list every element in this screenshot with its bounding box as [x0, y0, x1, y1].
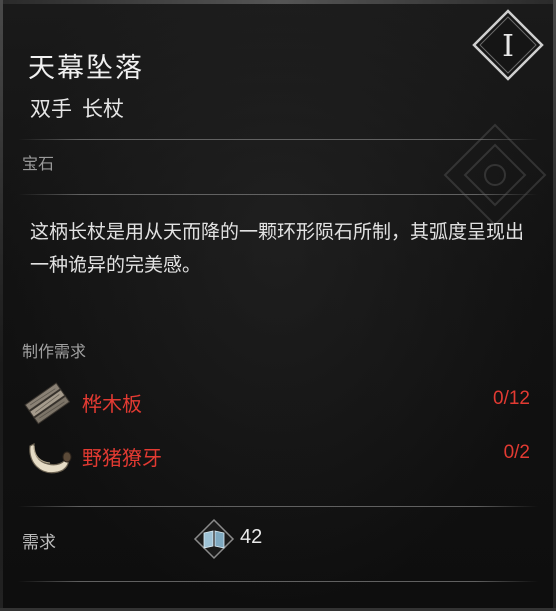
material-row-boar-tusk: 野猪獠牙 0/2 [22, 432, 534, 476]
header-divider [18, 139, 538, 140]
item-type-line: 双手 长杖 [30, 93, 124, 123]
material-name: 桦木板 [82, 392, 142, 416]
weapon-class: 双手 [30, 97, 72, 121]
requirement-value: 42 [240, 526, 263, 548]
crafting-requirements-label: 制作需求 [22, 342, 87, 361]
category-divider [18, 194, 538, 195]
frame-left-border [0, 0, 3, 611]
frame-top-border [0, 0, 556, 4]
material-name: 野猪獠牙 [82, 446, 162, 470]
book-icon [193, 518, 235, 560]
item-category: 宝石 [22, 154, 55, 173]
tier-numeral: I [502, 29, 514, 64]
material-row-birch-planks: 桦木板 0/12 [22, 378, 534, 425]
tier-badge: I [472, 9, 544, 81]
weapon-type: 长杖 [82, 97, 124, 121]
material-count: 0/12 [493, 388, 530, 409]
background-ornament-icon [443, 123, 547, 227]
wood-planks-icon [24, 382, 71, 425]
requirement-label: 需求 [22, 533, 56, 553]
item-description: 这柄长杖是用从天而降的一颗环形陨石所制，其弧度呈现出一种诡异的完美感。 [30, 221, 525, 276]
material-count: 0/2 [503, 442, 530, 463]
item-tooltip-panel: 天幕坠落 双手 长杖 I 宝石 这柄长杖是用从天而降的一颗环形陨石所制，其弧度呈现… [0, 0, 556, 611]
bottom-divider [18, 581, 538, 582]
boar-tusk-icon [29, 443, 72, 474]
requirements-divider [18, 506, 538, 507]
item-name: 天幕坠落 [28, 53, 144, 84]
